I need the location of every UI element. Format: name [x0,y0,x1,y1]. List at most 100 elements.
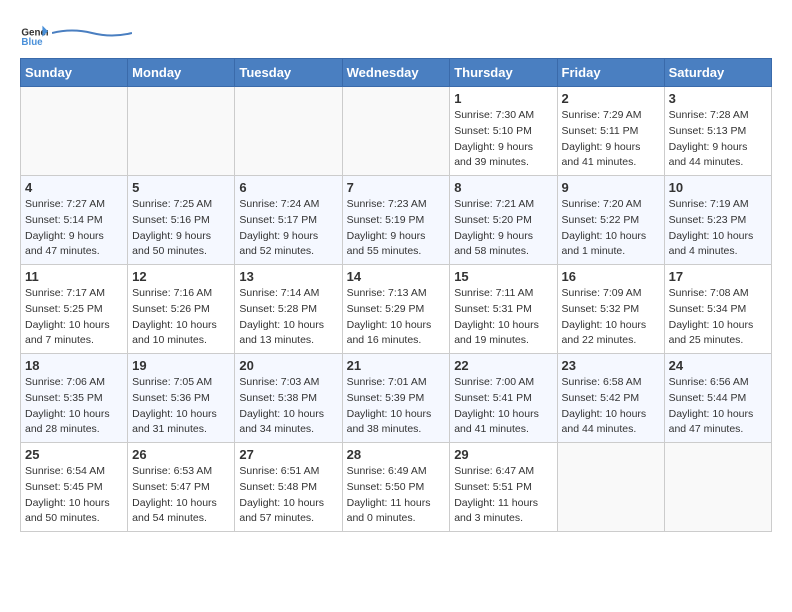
calendar-cell: 3Sunrise: 7:28 AMSunset: 5:13 PMDaylight… [664,87,771,176]
day-info: Sunrise: 7:14 AMSunset: 5:28 PMDaylight:… [239,286,337,349]
calendar-cell: 25 Sunrise: 6:54 AMSunset: 5:45 PMDayligh… [21,443,128,532]
week-row-5: 25 Sunrise: 6:54 AMSunset: 5:45 PMDayligh… [21,443,772,532]
calendar-cell: 27 Sunrise: 6:51 AMSunset: 5:48 PMDayligh… [235,443,342,532]
logo: General Blue [20,20,132,48]
day-info: Sunrise: 6:56 AMSunset: 5:44 PMDaylight:… [669,375,767,438]
day-number: 18 [25,358,123,373]
calendar-cell: 1Sunrise: 7:30 AMSunset: 5:10 PMDaylight… [450,87,557,176]
calendar-cell: 7 Sunrise: 7:23 AMSunset: 5:19 PMDaylight… [342,176,450,265]
day-number: 24 [669,358,767,373]
day-info: Sunrise: 6:53 AMSunset: 5:47 PMDaylight:… [132,464,230,527]
day-number: 13 [239,269,337,284]
calendar-cell: 20 Sunrise: 7:03 AMSunset: 5:38 PMDayligh… [235,354,342,443]
calendar-cell: 5 Sunrise: 7:25 AMSunset: 5:16 PMDaylight… [128,176,235,265]
calendar-cell [664,443,771,532]
calendar-cell: 4 Sunrise: 7:27 AMSunset: 5:14 PMDaylight… [21,176,128,265]
day-number: 29 [454,447,552,462]
calendar-cell: 18 Sunrise: 7:06 AMSunset: 5:35 PMDayligh… [21,354,128,443]
calendar-cell [235,87,342,176]
week-row-2: 4 Sunrise: 7:27 AMSunset: 5:14 PMDaylight… [21,176,772,265]
week-row-3: 11 Sunrise: 7:17 AMSunset: 5:25 PMDayligh… [21,265,772,354]
calendar-cell [342,87,450,176]
logo-icon: General Blue [20,20,48,48]
calendar-cell: 14Sunrise: 7:13 AMSunset: 5:29 PMDayligh… [342,265,450,354]
day-number: 26 [132,447,230,462]
calendar-header-row: SundayMondayTuesdayWednesdayThursdayFrid… [21,59,772,87]
day-number: 10 [669,180,767,195]
calendar-cell: 23 Sunrise: 6:58 AMSunset: 5:42 PMDayligh… [557,354,664,443]
calendar-cell [21,87,128,176]
day-number: 17 [669,269,767,284]
day-number: 25 [25,447,123,462]
column-header-monday: Monday [128,59,235,87]
day-info: Sunrise: 7:29 AMSunset: 5:11 PMDaylight:… [562,108,660,171]
calendar-cell: 9Sunrise: 7:20 AMSunset: 5:22 PMDaylight… [557,176,664,265]
day-info: Sunrise: 7:09 AMSunset: 5:32 PMDaylight:… [562,286,660,349]
day-info: Sunrise: 7:24 AMSunset: 5:17 PMDaylight:… [239,197,337,260]
calendar-cell: 6 Sunrise: 7:24 AMSunset: 5:17 PMDaylight… [235,176,342,265]
day-number: 20 [239,358,337,373]
calendar-cell: 8 Sunrise: 7:21 AMSunset: 5:20 PMDaylight… [450,176,557,265]
day-number: 14 [347,269,446,284]
day-number: 6 [239,180,337,195]
day-number: 28 [347,447,446,462]
column-header-sunday: Sunday [21,59,128,87]
day-info: Sunrise: 7:11 AMSunset: 5:31 PMDaylight:… [454,286,552,349]
day-info: Sunrise: 7:28 AMSunset: 5:13 PMDaylight:… [669,108,767,171]
calendar-cell: 26 Sunrise: 6:53 AMSunset: 5:47 PMDayligh… [128,443,235,532]
day-info: Sunrise: 6:51 AMSunset: 5:48 PMDaylight:… [239,464,337,527]
day-info: Sunrise: 7:05 AMSunset: 5:36 PMDaylight:… [132,375,230,438]
day-info: Sunrise: 7:25 AMSunset: 5:16 PMDaylight:… [132,197,230,260]
day-number: 2 [562,91,660,106]
day-number: 19 [132,358,230,373]
calendar-cell: 28 Sunrise: 6:49 AMSunset: 5:50 PMDayligh… [342,443,450,532]
day-info: Sunrise: 6:47 AMSunset: 5:51 PMDaylight:… [454,464,552,527]
calendar-table: SundayMondayTuesdayWednesdayThursdayFrid… [20,58,772,532]
day-number: 27 [239,447,337,462]
day-info: Sunrise: 6:58 AMSunset: 5:42 PMDaylight:… [562,375,660,438]
calendar-cell [128,87,235,176]
calendar-cell: 21 Sunrise: 7:01 AMSunset: 5:39 PMDayligh… [342,354,450,443]
day-info: Sunrise: 7:21 AMSunset: 5:20 PMDaylight:… [454,197,552,260]
day-info: Sunrise: 7:16 AMSunset: 5:26 PMDaylight:… [132,286,230,349]
day-info: Sunrise: 7:23 AMSunset: 5:19 PMDaylight:… [347,197,446,260]
calendar-cell: 29 Sunrise: 6:47 AMSunset: 5:51 PMDayligh… [450,443,557,532]
page-header: General Blue [20,20,772,48]
day-number: 16 [562,269,660,284]
calendar-cell: 19 Sunrise: 7:05 AMSunset: 5:36 PMDayligh… [128,354,235,443]
day-number: 15 [454,269,552,284]
calendar-cell: 11 Sunrise: 7:17 AMSunset: 5:25 PMDayligh… [21,265,128,354]
day-number: 11 [25,269,123,284]
day-number: 12 [132,269,230,284]
column-header-friday: Friday [557,59,664,87]
day-info: Sunrise: 6:54 AMSunset: 5:45 PMDaylight:… [25,464,123,527]
day-info: Sunrise: 7:01 AMSunset: 5:39 PMDaylight:… [347,375,446,438]
day-info: Sunrise: 7:03 AMSunset: 5:38 PMDaylight:… [239,375,337,438]
day-info: Sunrise: 6:49 AMSunset: 5:50 PMDaylight:… [347,464,446,527]
day-info: Sunrise: 7:00 AMSunset: 5:41 PMDaylight:… [454,375,552,438]
day-number: 21 [347,358,446,373]
column-header-tuesday: Tuesday [235,59,342,87]
calendar-cell: 17Sunrise: 7:08 AMSunset: 5:34 PMDayligh… [664,265,771,354]
day-info: Sunrise: 7:20 AMSunset: 5:22 PMDaylight:… [562,197,660,260]
calendar-cell: 13 Sunrise: 7:14 AMSunset: 5:28 PMDayligh… [235,265,342,354]
day-number: 5 [132,180,230,195]
column-header-saturday: Saturday [664,59,771,87]
calendar-cell: 2 Sunrise: 7:29 AMSunset: 5:11 PMDaylight… [557,87,664,176]
day-number: 23 [562,358,660,373]
day-info: Sunrise: 7:27 AMSunset: 5:14 PMDaylight:… [25,197,123,260]
day-info: Sunrise: 7:06 AMSunset: 5:35 PMDaylight:… [25,375,123,438]
calendar-cell: 10Sunrise: 7:19 AMSunset: 5:23 PMDayligh… [664,176,771,265]
logo-wave [52,28,132,38]
day-number: 1 [454,91,552,106]
day-number: 7 [347,180,446,195]
week-row-4: 18 Sunrise: 7:06 AMSunset: 5:35 PMDayligh… [21,354,772,443]
calendar-cell: 24 Sunrise: 6:56 AMSunset: 5:44 PMDayligh… [664,354,771,443]
day-number: 4 [25,180,123,195]
column-header-wednesday: Wednesday [342,59,450,87]
day-info: Sunrise: 7:17 AMSunset: 5:25 PMDaylight:… [25,286,123,349]
day-number: 8 [454,180,552,195]
column-header-thursday: Thursday [450,59,557,87]
calendar-cell: 12 Sunrise: 7:16 AMSunset: 5:26 PMDayligh… [128,265,235,354]
calendar-cell: 16 Sunrise: 7:09 AMSunset: 5:32 PMDayligh… [557,265,664,354]
